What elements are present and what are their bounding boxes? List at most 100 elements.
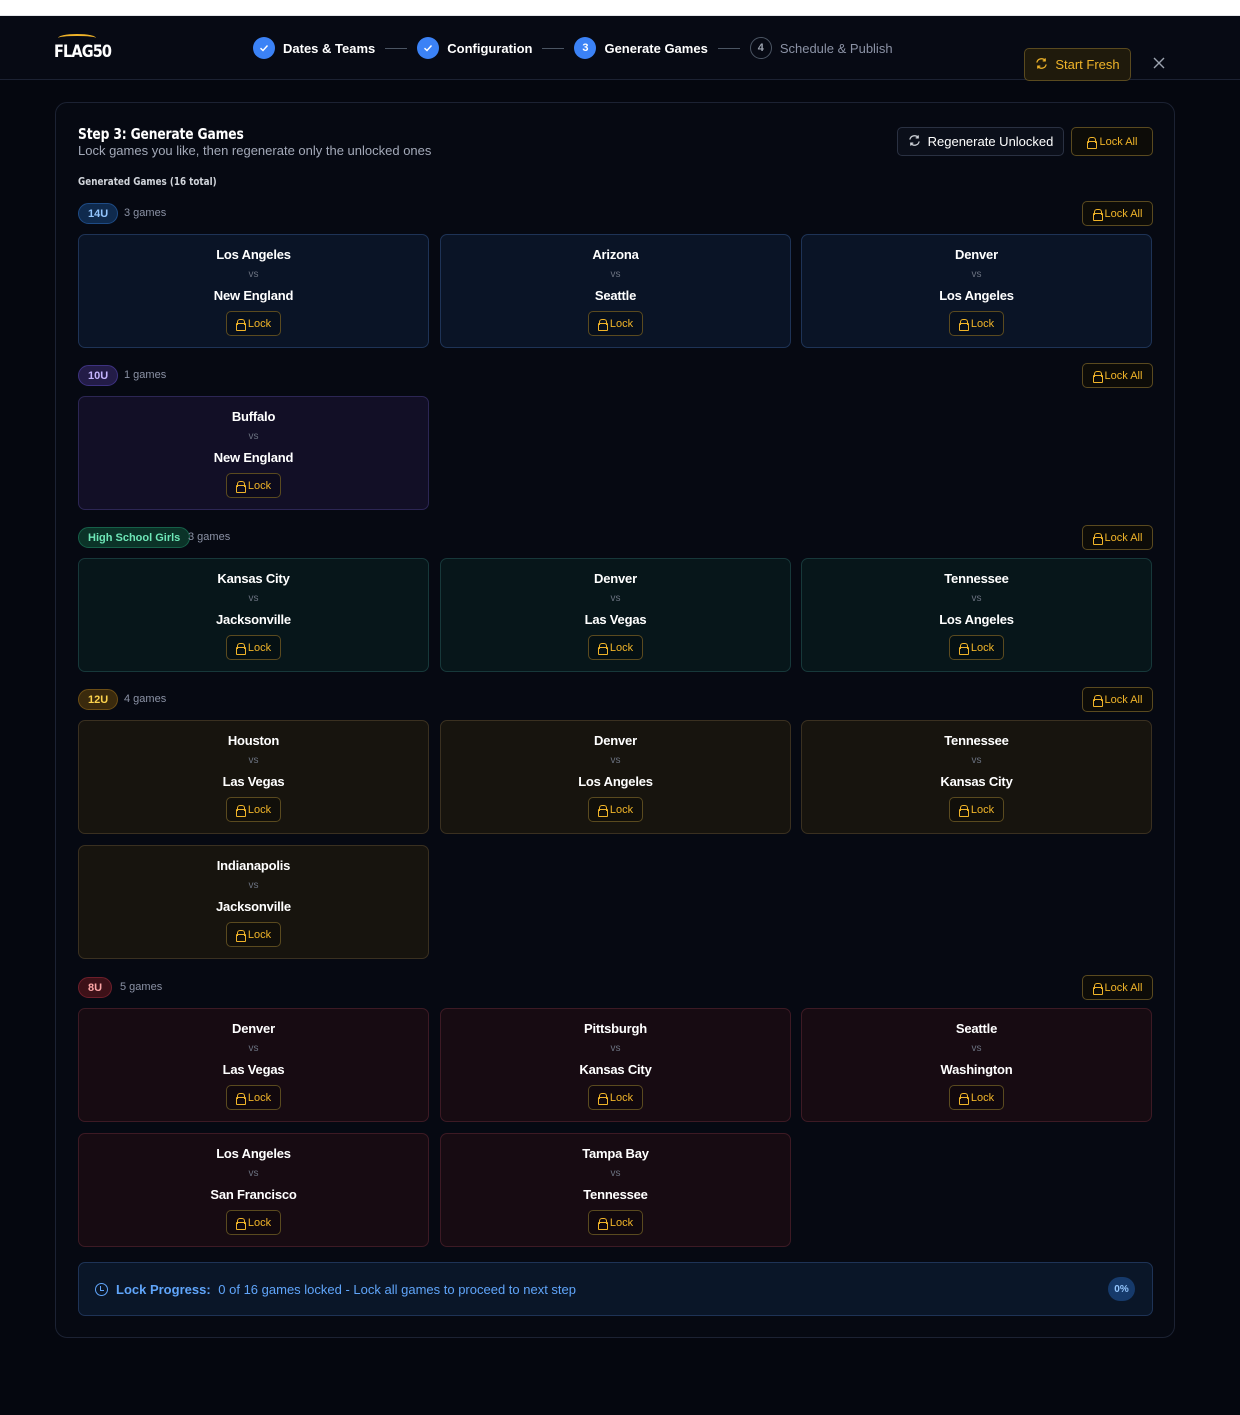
game-card: Seattle vs Washington Lock	[801, 1008, 1152, 1122]
lock-label: Lock	[609, 803, 634, 816]
lock-game-button[interactable]: Lock	[226, 311, 281, 336]
lock-label: Lock	[609, 1091, 634, 1104]
game-card: Kansas City vs Jacksonville Lock	[78, 558, 429, 672]
lock-game-button[interactable]: Lock	[226, 922, 281, 947]
lock-game-button[interactable]: Lock	[949, 797, 1004, 822]
start-fresh-button[interactable]: Start Fresh	[1024, 48, 1131, 81]
step-schedule-publish[interactable]: 4 Schedule & Publish	[749, 37, 893, 59]
game-card: Pittsburgh vs Kansas City Lock	[440, 1008, 791, 1122]
group-lock-all-button[interactable]: Lock All	[1082, 525, 1153, 550]
lock-game-button[interactable]: Lock	[949, 635, 1004, 660]
lock-label: Lock	[609, 1216, 634, 1229]
lock-game-button[interactable]: Lock	[226, 473, 281, 498]
lock-label: Lock	[247, 928, 272, 941]
lock-progress-hint: - Lock all games to proceed to next step	[345, 1282, 576, 1297]
step-configuration[interactable]: Configuration	[417, 37, 532, 59]
group-lock-all-button[interactable]: Lock All	[1082, 975, 1153, 1000]
home-team: Kansas City	[217, 571, 290, 586]
group-lock-all-button[interactable]: Lock All	[1082, 201, 1153, 226]
home-team: Los Angeles	[216, 247, 291, 262]
lock-label: Lock	[247, 479, 272, 492]
lock-icon	[235, 1092, 246, 1105]
step-number: 4	[749, 37, 772, 59]
lock-icon	[235, 929, 246, 942]
lock-all-label: Lock All	[1104, 531, 1143, 544]
lock-all-button[interactable]: Lock All	[1071, 127, 1153, 156]
lock-game-button[interactable]: Lock	[588, 311, 643, 336]
versus-label: vs	[248, 1043, 259, 1054]
group-lock-all-button[interactable]: Lock All	[1082, 363, 1153, 388]
away-team: Los Angeles	[939, 612, 1014, 627]
away-team: Kansas City	[940, 774, 1013, 789]
step-generate-games[interactable]: 3 Generate Games	[574, 37, 708, 59]
versus-label: vs	[610, 1043, 621, 1054]
lock-progress-text: Lock Progress: 0 of 16 games locked - Lo…	[116, 1282, 576, 1297]
versus-label: vs	[248, 593, 259, 604]
check-icon	[253, 37, 275, 59]
game-card: Arizona vs Seattle Lock	[440, 234, 791, 348]
home-team: Buffalo	[231, 409, 276, 424]
check-icon	[417, 37, 440, 59]
lock-label: Lock	[247, 1216, 272, 1229]
versus-label: vs	[610, 269, 621, 280]
division-badge: 12U	[78, 689, 119, 710]
versus-label: vs	[248, 269, 259, 280]
home-team: Denver	[594, 733, 637, 748]
browser-top-strip	[0, 0, 1240, 16]
start-fresh-label: Start Fresh	[1055, 57, 1120, 72]
lock-icon	[235, 1217, 246, 1230]
home-team: Tennessee	[944, 733, 1009, 748]
versus-label: vs	[248, 431, 259, 442]
away-team: Las Vegas	[222, 774, 285, 789]
lock-icon	[1092, 694, 1103, 707]
lock-game-button[interactable]: Lock	[588, 635, 643, 660]
home-team: Denver	[232, 1021, 275, 1036]
group-header: High School Girls 3 games Lock All	[78, 525, 1153, 550]
lock-game-button[interactable]: Lock	[226, 635, 281, 660]
lock-icon	[597, 804, 608, 817]
lock-game-button[interactable]: Lock	[226, 1085, 281, 1110]
division-badge: High School Girls	[78, 527, 191, 548]
lock-game-button[interactable]: Lock	[226, 797, 281, 822]
away-team: Tennessee	[583, 1187, 648, 1202]
lock-all-label: Lock All	[1104, 693, 1143, 706]
close-icon[interactable]	[1150, 54, 1168, 72]
group-lock-all-button[interactable]: Lock All	[1082, 687, 1153, 712]
game-card: Los Angeles vs San Francisco Lock	[78, 1133, 429, 1247]
clock-icon	[95, 1283, 108, 1296]
regenerate-label: Regenerate Unlocked	[927, 134, 1054, 149]
lock-progress-status: 0 of 16 games locked	[218, 1282, 342, 1297]
lock-game-button[interactable]: Lock	[226, 1210, 281, 1235]
away-team: Kansas City	[579, 1062, 652, 1077]
group-game-count: 5 games	[120, 981, 163, 993]
step-label: Generate Games	[604, 40, 708, 56]
lock-game-button[interactable]: Lock	[588, 1085, 643, 1110]
step-dates-teams[interactable]: Dates & Teams	[253, 37, 375, 59]
away-team: Jacksonville	[216, 899, 291, 914]
home-team: Houston	[227, 733, 280, 748]
wizard-stepper: Dates & Teams Configuration 3 Generate G…	[253, 36, 893, 60]
lock-icon	[235, 804, 246, 817]
division-badge: 8U	[78, 977, 113, 998]
page-subtitle: Lock games you like, then regenerate onl…	[78, 143, 432, 158]
versus-label: vs	[248, 880, 259, 891]
group-header: 14U 3 games Lock All	[78, 201, 1153, 226]
lock-label: Lock	[247, 317, 272, 330]
lock-icon	[958, 1092, 969, 1105]
flag50-logo[interactable]: FLAG50	[54, 34, 112, 64]
game-card: Denver vs Las Vegas Lock	[78, 1008, 429, 1122]
home-team: Indianapolis	[216, 858, 291, 873]
group-game-count: 3 games	[188, 531, 231, 543]
game-card: Buffalo vs New England Lock	[78, 396, 429, 510]
lock-game-button[interactable]: Lock	[949, 1085, 1004, 1110]
away-team: Washington	[940, 1062, 1013, 1077]
lock-progress-label: Lock Progress:	[116, 1282, 211, 1297]
regenerate-unlocked-button[interactable]: Regenerate Unlocked	[897, 127, 1064, 156]
lock-label: Lock	[609, 317, 634, 330]
lock-game-button[interactable]: Lock	[588, 1210, 643, 1235]
lock-game-button[interactable]: Lock	[949, 311, 1004, 336]
step-label: Schedule & Publish	[779, 40, 893, 56]
home-team: Tennessee	[944, 571, 1009, 586]
lock-game-button[interactable]: Lock	[588, 797, 643, 822]
lock-icon	[597, 1217, 608, 1230]
